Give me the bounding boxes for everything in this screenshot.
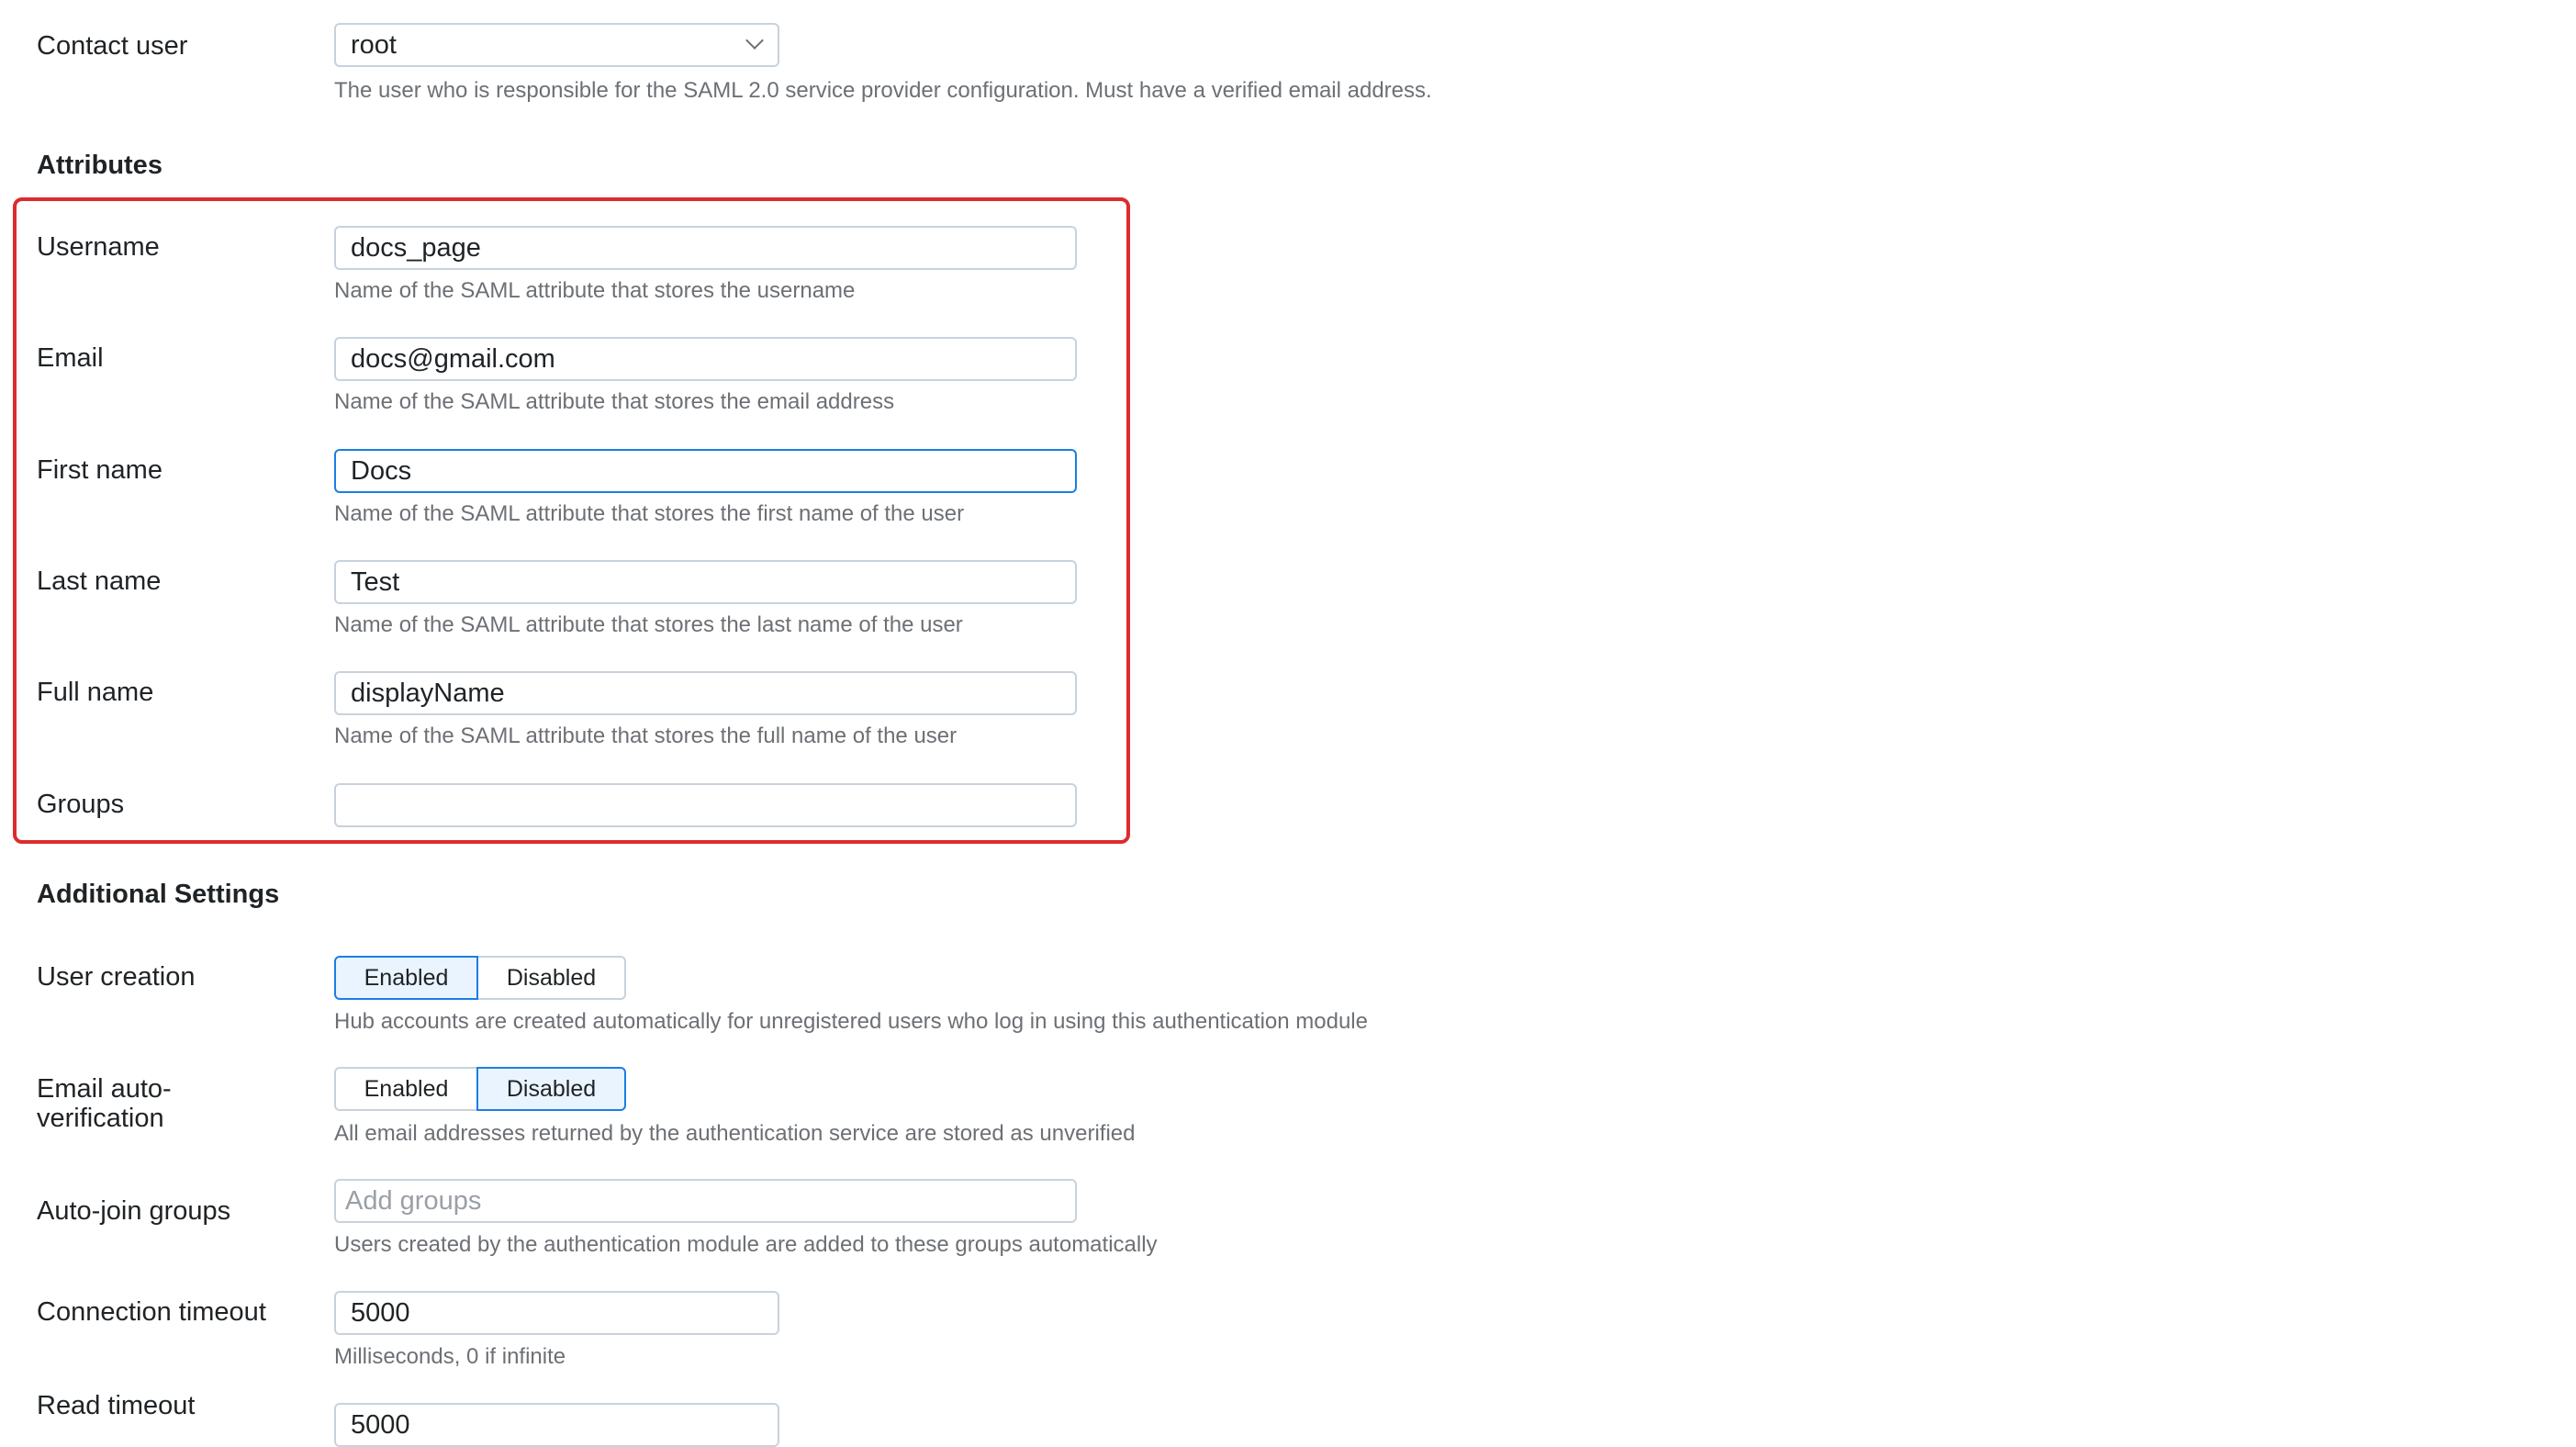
contact-user-label: Contact user: [37, 31, 188, 61]
auto-join-help: Users created by the authentication modu…: [334, 1232, 1158, 1257]
contact-user-value: root: [351, 30, 397, 60]
email-verification-enabled-button[interactable]: Enabled: [334, 1067, 478, 1111]
username-help: Name of the SAML attribute that stores t…: [334, 278, 856, 303]
email-input[interactable]: docs@gmail.com: [334, 337, 1077, 381]
groups-label: Groups: [37, 790, 125, 819]
contact-user-select[interactable]: root: [334, 23, 779, 67]
connection-timeout-input[interactable]: 5000: [334, 1291, 779, 1335]
read-timeout-input[interactable]: 5000: [334, 1403, 779, 1447]
auto-join-label: Auto-join groups: [37, 1196, 231, 1226]
last-name-label: Last name: [37, 566, 162, 596]
email-verification-label-1: Email auto-: [37, 1074, 172, 1104]
username-label: Username: [37, 232, 160, 262]
email-verification-disabled-button[interactable]: Disabled: [476, 1067, 626, 1111]
last-name-input[interactable]: Test: [334, 560, 1077, 604]
email-label: Email: [37, 343, 104, 373]
read-timeout-label: Read timeout: [37, 1391, 196, 1420]
first-name-input[interactable]: Docs: [334, 449, 1077, 493]
username-input[interactable]: docs_page: [334, 226, 1077, 270]
chevron-down-icon: [745, 31, 764, 50]
attributes-heading: Attributes: [37, 151, 162, 180]
email-verification-help: All email addresses returned by the auth…: [334, 1121, 1136, 1146]
auto-join-input[interactable]: Add groups: [334, 1179, 1077, 1223]
connection-timeout-help: Milliseconds, 0 if infinite: [334, 1344, 566, 1369]
last-name-help: Name of the SAML attribute that stores t…: [334, 612, 963, 637]
full-name-input[interactable]: displayName: [334, 671, 1077, 715]
email-verification-label-2: verification: [37, 1104, 164, 1133]
first-name-label: First name: [37, 455, 162, 485]
user-creation-help: Hub accounts are created automatically f…: [334, 1009, 1368, 1034]
user-creation-enabled-button[interactable]: Enabled: [334, 956, 478, 1000]
user-creation-label: User creation: [37, 962, 196, 992]
connection-timeout-label: Connection timeout: [37, 1297, 266, 1327]
additional-settings-heading: Additional Settings: [37, 880, 280, 909]
first-name-help: Name of the SAML attribute that stores t…: [334, 501, 965, 526]
contact-user-help: The user who is responsible for the SAML…: [334, 78, 1432, 103]
full-name-help: Name of the SAML attribute that stores t…: [334, 724, 958, 748]
user-creation-disabled-button[interactable]: Disabled: [476, 956, 626, 1000]
groups-input[interactable]: [334, 783, 1077, 827]
full-name-label: Full name: [37, 678, 154, 707]
email-help: Name of the SAML attribute that stores t…: [334, 389, 895, 414]
